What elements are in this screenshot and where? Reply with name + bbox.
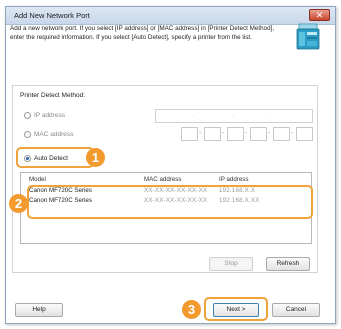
mac-separator: - [199,130,202,137]
ip-separator: . [193,113,195,119]
callout-highlight-next-button [204,297,268,321]
mac-address-field-2[interactable] [204,127,221,141]
cancel-button[interactable]: Cancel [272,303,320,317]
mac-separator: - [245,130,248,137]
mac-address-field-3[interactable] [227,127,244,141]
mac-separator: - [222,130,225,137]
dialog-title: Add New Network Port [14,11,90,20]
dialog-description: Add a new network port. If you select [I… [10,25,275,41]
ip-separator: . [232,113,234,119]
mac-address-field-5[interactable] [273,127,290,141]
stop-button[interactable]: Stop [209,257,253,271]
help-button[interactable]: Help [15,303,63,317]
column-header-ip-address[interactable]: IP address [219,176,248,183]
printer-icon [296,23,320,50]
mac-separator: - [291,130,294,137]
callout-badge-2: 2 [9,194,28,213]
radio-button[interactable] [24,130,31,138]
radio-ip-address[interactable]: IP address [24,109,65,121]
ip-address-field[interactable]: . . . [155,109,313,123]
close-icon: ✕ [315,10,324,20]
radio-label-mac-address: MAC address [34,130,74,138]
callout-highlight-auto-detect [16,147,94,168]
mac-address-field-1[interactable] [181,127,198,141]
refresh-button[interactable]: Refresh [266,257,310,271]
radio-mac-address[interactable]: MAC address [24,128,73,140]
callout-badge-3: 3 [182,300,201,319]
mac-address-field-4[interactable] [250,127,267,141]
column-header-mac-address[interactable]: MAC address [144,176,181,183]
printer-detect-method-label: Printer Detect Method: [20,92,86,99]
title-bar: Add New Network Port ✕ [6,7,335,25]
mac-separator: - [268,130,271,137]
ip-separator: . [271,113,273,119]
callout-highlight-printer-list [27,185,313,219]
column-header-model[interactable]: Model [29,176,46,183]
radio-button[interactable] [24,111,31,119]
callout-badge-1: 1 [86,148,105,167]
close-button[interactable]: ✕ [309,9,330,21]
radio-label-ip-address: IP address [34,111,65,119]
mac-address-field-6[interactable] [296,127,313,141]
